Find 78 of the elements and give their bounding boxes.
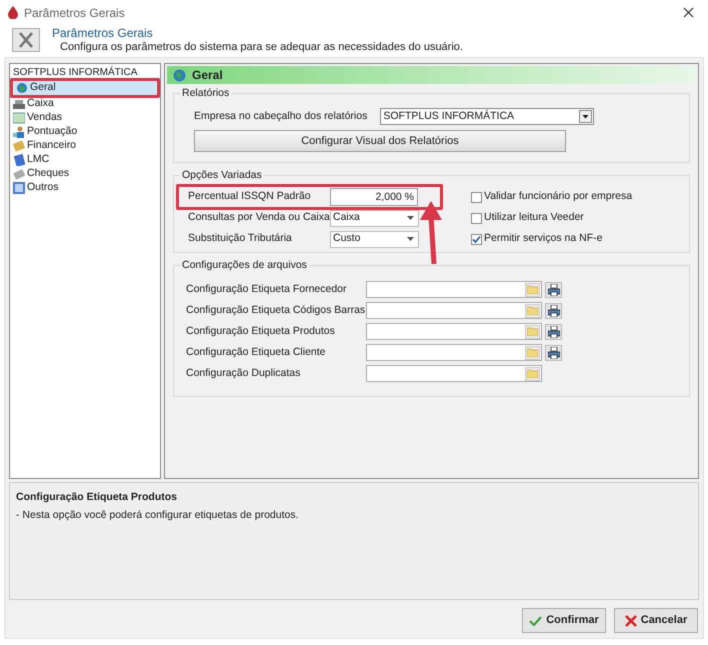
tree-item[interactable]: Outros <box>11 181 159 195</box>
description-text: - Nesta opção você poderá configurar etiquetas de produtos. <box>16 508 300 523</box>
window-title: Parâmetros Gerais <box>24 4 126 22</box>
section-title: Geral <box>192 67 223 84</box>
configure-button[interactable]: Configurar Visual dos Relatórios <box>194 130 566 152</box>
caret-icon <box>407 237 414 241</box>
globe-icon <box>16 82 28 94</box>
tree-item[interactable]: Vendas <box>11 111 159 125</box>
confirm-button[interactable]: Confirmar <box>522 608 606 633</box>
header-title: Parâmetros Gerais <box>52 26 154 40</box>
header-subtitle: Configura os parâmetros do sistema para se adequar as necessidades do usuário. <box>60 40 463 54</box>
printer-icon <box>548 304 560 316</box>
folder-button[interactable] <box>525 366 540 380</box>
check-icon <box>472 234 481 244</box>
checkbox[interactable] <box>471 234 482 244</box>
percent-field[interactable]: 2,000 % <box>330 188 418 206</box>
printer-icon <box>548 346 560 358</box>
tree-item[interactable]: Cheques <box>11 167 159 181</box>
cancel-button[interactable]: Cancelar <box>614 608 698 633</box>
field-label: Configuração Etiqueta Códigos Barras <box>186 302 366 318</box>
field-label: Substituição Tributária <box>188 231 293 246</box>
close-icon <box>624 614 637 626</box>
file-path-field[interactable] <box>366 344 542 361</box>
folder-icon <box>527 327 538 336</box>
field-label: Empresa no cabeçalho dos relatórios <box>194 108 368 124</box>
field-label: Configuração Etiqueta Fornecedor <box>186 282 348 297</box>
printer-icon <box>548 326 560 338</box>
print-button[interactable] <box>545 302 562 318</box>
folder-button[interactable] <box>525 324 540 338</box>
checkbox-label: Permitir serviços na NF-e <box>484 231 602 246</box>
group-title: Configurações de arquivos <box>180 258 309 272</box>
folder-button[interactable] <box>525 346 540 360</box>
drop-icon <box>8 6 18 19</box>
folder-icon <box>527 306 538 315</box>
folder-button[interactable] <box>525 304 540 318</box>
print-button[interactable] <box>545 324 562 340</box>
file-path-field[interactable] <box>366 302 542 319</box>
tree-item[interactable]: Pontuação <box>11 125 159 139</box>
tree-root[interactable]: SOFTPLUS INFORMÁTICA <box>10 67 160 79</box>
checkbox[interactable] <box>471 212 482 224</box>
check-icon <box>529 616 542 626</box>
grid-icon <box>13 182 25 194</box>
close-icon <box>683 7 694 18</box>
checkbox[interactable] <box>471 192 482 202</box>
dropdown[interactable]: Caixa <box>330 210 419 226</box>
field-label: Consultas por Venda ou Caixa <box>188 210 330 226</box>
group-title: Opções Variadas <box>180 168 264 182</box>
tree-item[interactable]: Caixa <box>11 97 159 111</box>
file-path-field[interactable] <box>366 323 542 340</box>
folder-icon <box>527 348 538 357</box>
tree-item[interactable]: Financeiro <box>11 139 159 153</box>
tools-icon <box>12 28 40 52</box>
field-label: Configuração Duplicatas <box>186 366 302 381</box>
person-icon <box>13 126 25 138</box>
window-icon <box>13 112 25 124</box>
folder-icon <box>527 369 538 378</box>
checkbox-label: Utilizar leitura Veeder <box>484 210 584 226</box>
tree-item[interactable]: LMC <box>11 153 159 167</box>
field-label: Percentual ISSQN Padrão <box>188 189 312 204</box>
company-select[interactable]: SOFTPLUS INFORMÁTICA <box>380 108 594 125</box>
folder-icon <box>527 285 538 294</box>
dropdown-icon <box>579 110 592 123</box>
register-icon <box>13 98 25 110</box>
field-label: Configuração Etiqueta Produtos <box>186 324 336 339</box>
print-button[interactable] <box>545 344 562 360</box>
field-label: Configuração Etiqueta Cliente <box>186 344 327 360</box>
globe-icon <box>173 68 186 82</box>
checkbox-label: Validar funcionário por empresa <box>484 189 632 204</box>
tree-item[interactable]: Geral <box>14 81 156 95</box>
folder-button[interactable] <box>525 282 540 296</box>
description-title: Configuração Etiqueta Produtos <box>16 490 178 505</box>
dropdown[interactable]: Custo <box>330 230 419 248</box>
caret-icon <box>407 216 414 220</box>
printer-icon <box>548 284 560 296</box>
file-path-field[interactable] <box>366 281 542 298</box>
card-icon <box>13 168 25 180</box>
file-path-field[interactable] <box>366 365 542 382</box>
print-button[interactable] <box>545 282 562 298</box>
